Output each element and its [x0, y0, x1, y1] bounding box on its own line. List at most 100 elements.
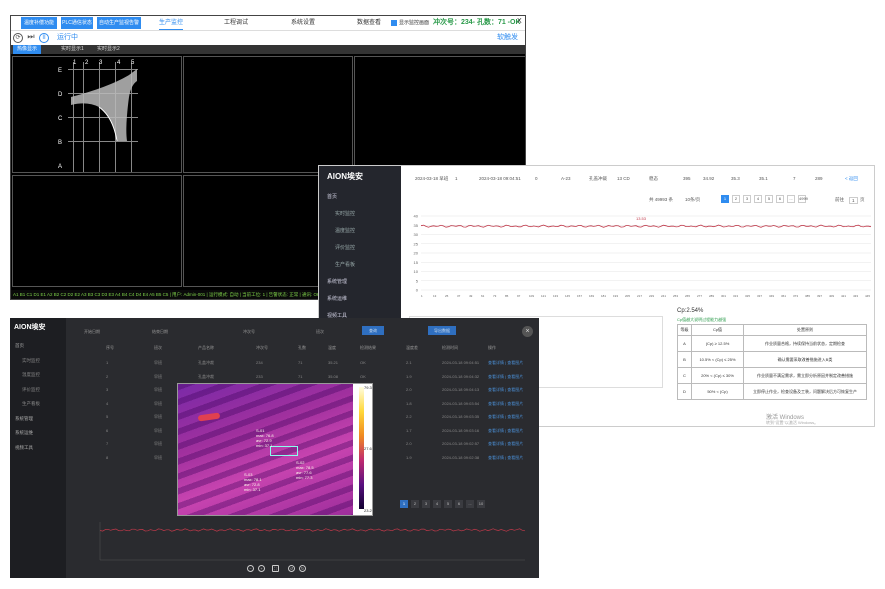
row-actions-link[interactable]: 查看详情 | 查看图片	[488, 374, 523, 380]
export-button[interactable]: 导出数据	[428, 326, 456, 335]
page-button[interactable]: 1	[721, 195, 729, 203]
temp-comp-button[interactable]: 温度补偿功能	[21, 17, 57, 29]
header-field: 395	[683, 176, 691, 181]
col-label: 1	[73, 60, 77, 66]
x-tick-label: 205	[625, 294, 630, 298]
x-tick-label: 301	[721, 294, 726, 298]
row-actions-link[interactable]: 查看详情 | 查看图片	[488, 414, 523, 420]
close-icon[interactable]: X	[517, 17, 522, 27]
x-tick-label: 25	[445, 294, 449, 298]
page-button[interactable]: 3	[422, 500, 430, 508]
page-button[interactable]: 4999	[798, 195, 808, 203]
page-button[interactable]: 5	[444, 500, 452, 508]
y-tick-label: 25	[414, 241, 419, 246]
page-button[interactable]: 3	[743, 195, 751, 203]
page-button[interactable]: 5	[765, 195, 773, 203]
table-header: 温度差	[406, 345, 418, 350]
y-tick-label: 35	[414, 223, 419, 228]
x-tick-label: 325	[745, 294, 750, 298]
refresh-icon[interactable]: ⟳	[13, 33, 23, 43]
sidebar-item[interactable]: 生产看板	[335, 261, 355, 268]
zoom-out-icon[interactable]: −	[247, 565, 254, 572]
sidebar-item[interactable]: 评价监控	[22, 387, 40, 393]
table-header: 检测时间	[442, 345, 458, 350]
x-tick-label: 241	[661, 294, 666, 298]
subtab-thermal[interactable]: 热像显示	[13, 45, 42, 54]
x-tick-label: 397	[817, 294, 822, 298]
sidebar-item[interactable]: 系统管理	[15, 416, 33, 422]
subtab-live1[interactable]: 实时显示1	[57, 45, 88, 54]
page-button[interactable]: 6	[776, 195, 784, 203]
page-button[interactable]: 2	[732, 195, 740, 203]
sidebar-item[interactable]: 系统运维	[327, 295, 347, 302]
tab-production[interactable]: 生产监控	[159, 17, 184, 30]
x-tick-label: 157	[577, 294, 582, 298]
page-button[interactable]: 10	[477, 500, 485, 508]
close-icon[interactable]: ×	[522, 326, 533, 337]
sidebar-item[interactable]: 首页	[15, 343, 24, 349]
sidebar-item[interactable]: 温度监控	[22, 372, 40, 378]
table-cell: 6	[106, 427, 109, 433]
table-cell: 2024-03-18 09:04:13	[442, 387, 480, 392]
back-link[interactable]: < 返回	[845, 176, 858, 182]
sidebar-item[interactable]: 实时监控	[335, 210, 355, 217]
pause-icon[interactable]: II	[39, 33, 49, 43]
x-tick-label: 145	[565, 294, 570, 298]
roi-box[interactable]	[270, 446, 298, 456]
table-cell: 2.0	[406, 441, 412, 446]
soft-trigger-button[interactable]: 软触发	[497, 32, 518, 44]
running-status: 运行中	[57, 34, 78, 41]
fit-icon[interactable]: ⛶	[272, 565, 279, 572]
sidebar-item[interactable]: 评价监控	[335, 244, 355, 251]
display-checkbox[interactable]	[391, 20, 397, 26]
row-label: A	[58, 164, 63, 170]
subtab-live2[interactable]: 实时显示2	[93, 45, 124, 54]
page-button[interactable]: 4	[754, 195, 762, 203]
step-icon[interactable]: ⏭	[26, 33, 36, 43]
sidebar-item[interactable]: 实时监控	[22, 358, 40, 364]
zoom-in-icon[interactable]: +	[258, 565, 265, 572]
page-button[interactable]: 2	[411, 500, 419, 508]
plc-status-button[interactable]: PLC通信状态	[61, 17, 93, 29]
page-button[interactable]: ...	[466, 500, 474, 508]
page-button[interactable]: 6	[455, 500, 463, 508]
tab-debug[interactable]: 工程调试	[224, 17, 248, 29]
rotate-left-icon[interactable]: ↺	[288, 565, 295, 572]
alarm-monitor-button[interactable]: 自动生产监视告警	[97, 17, 141, 29]
page-size-select[interactable]: 10条/页	[685, 197, 700, 203]
row-actions-link[interactable]: 查看详情 | 查看图片	[488, 401, 523, 407]
sidebar-item[interactable]: 系统管理	[327, 278, 347, 285]
page-unit: 页	[860, 197, 865, 202]
page-button[interactable]: 4	[433, 500, 441, 508]
sidebar-item[interactable]: 系统运维	[15, 430, 33, 436]
brand-logo: AION埃安	[327, 172, 363, 181]
x-tick-label: 169	[589, 294, 594, 298]
row-actions-link[interactable]: 查看详情 | 查看图片	[488, 387, 523, 393]
x-tick-label: 1	[421, 294, 423, 298]
row-actions-link[interactable]: 查看详情 | 查看图片	[488, 428, 523, 434]
sidebar-item[interactable]: 首页	[327, 193, 337, 200]
sidebar-item[interactable]: 温度监控	[335, 227, 355, 234]
rotate-right-icon[interactable]: ↻	[299, 565, 306, 572]
row-actions-link[interactable]: 查看详情 | 查看图片	[488, 441, 523, 447]
table-cell: 孔盖冲裁	[198, 360, 214, 365]
filter-label: 冲次号	[243, 329, 255, 334]
x-tick-label: 409	[829, 294, 834, 298]
goto-input[interactable]: 1	[849, 197, 858, 204]
table-header: 操作	[488, 345, 496, 350]
live-panel-3	[12, 175, 182, 287]
x-tick-label: 433	[853, 294, 858, 298]
tab-settings[interactable]: 系统设置	[291, 17, 315, 29]
table-cell: 1.9	[406, 454, 412, 460]
search-button[interactable]: 查询	[362, 326, 384, 335]
table-cell: A	[677, 335, 692, 352]
page-button[interactable]: ...	[787, 195, 795, 203]
tab-data[interactable]: 数据查看	[357, 17, 381, 29]
sidebar-item[interactable]: 视频工具	[15, 445, 33, 451]
temperature-line-chart	[99, 522, 526, 561]
table-cell: 早班	[154, 400, 162, 406]
row-actions-link[interactable]: 查看详情 | 查看图片	[488, 455, 523, 461]
sidebar-item[interactable]: 生产看板	[22, 401, 40, 407]
row-actions-link[interactable]: 查看详情 | 查看图片	[488, 360, 523, 366]
page-button[interactable]: 1	[400, 500, 408, 508]
